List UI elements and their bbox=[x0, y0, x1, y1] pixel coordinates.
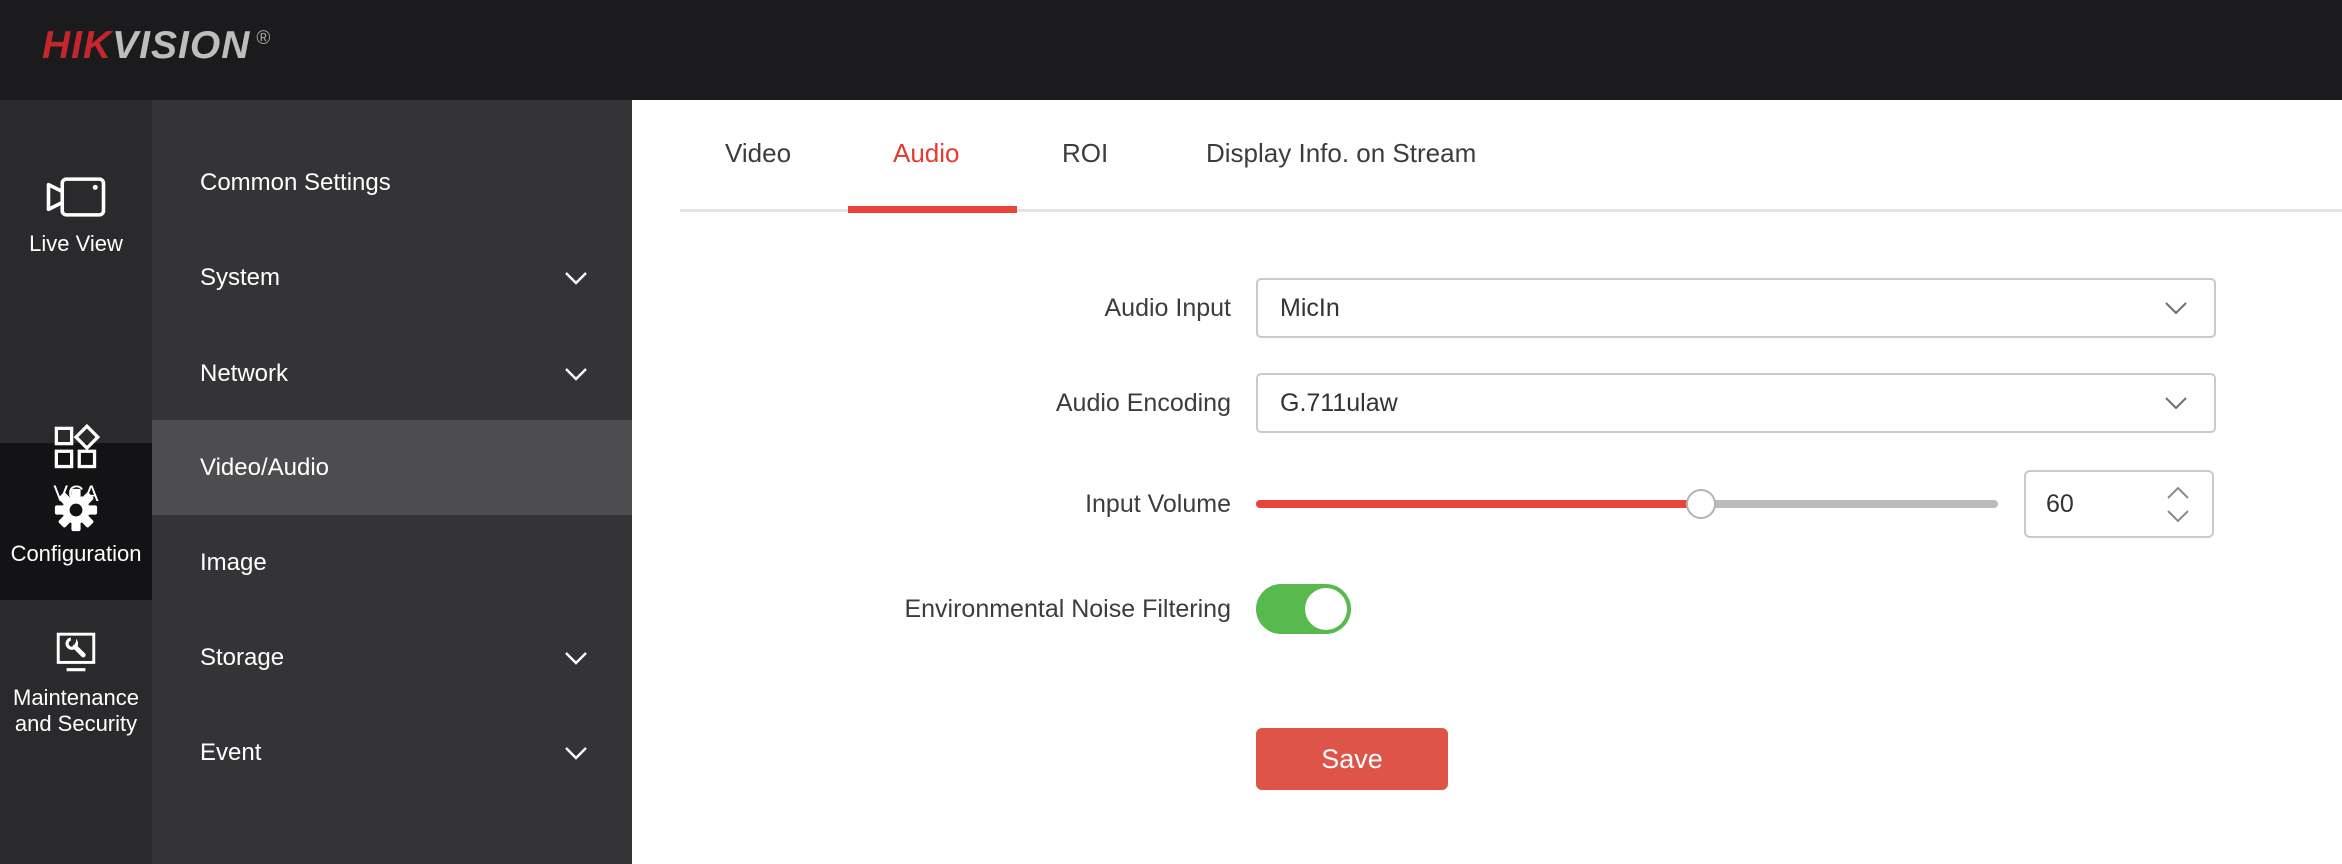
audio-encoding-label: Audio Encoding bbox=[632, 373, 1231, 433]
input-volume-label: Input Volume bbox=[632, 470, 1231, 538]
audio-input-select[interactable]: MicIn bbox=[1256, 278, 2216, 338]
toggle-knob bbox=[1305, 588, 1347, 630]
monitor-wrench-icon bbox=[50, 630, 102, 676]
menu-item-label: Event bbox=[200, 739, 564, 767]
audio-input-label: Audio Input bbox=[632, 278, 1231, 338]
input-volume-slider[interactable] bbox=[1256, 470, 1998, 538]
primary-sidebar: Live View VCA bbox=[0, 100, 152, 864]
menu-item-event[interactable]: Event bbox=[152, 705, 632, 800]
sidebar-item-label: Maintenanceand Security bbox=[13, 685, 139, 737]
slider-fill bbox=[1256, 500, 1701, 508]
noise-filtering-toggle[interactable] bbox=[1256, 584, 1351, 634]
app-window: HIKVISION ® Live View VCA bbox=[0, 0, 2342, 864]
input-volume-spinner bbox=[2166, 472, 2190, 536]
menu-item-system[interactable]: System bbox=[152, 230, 632, 325]
menu-item-label: Video/Audio bbox=[200, 454, 588, 482]
grid-diamond-icon bbox=[52, 424, 100, 472]
input-volume-field[interactable] bbox=[2046, 472, 2156, 536]
audio-encoding-select[interactable]: G.711ulaw bbox=[1256, 373, 2216, 433]
menu-item-storage[interactable]: Storage bbox=[152, 610, 632, 705]
spinner-up-icon[interactable] bbox=[2166, 486, 2190, 500]
chevron-down-icon bbox=[564, 746, 588, 760]
sidebar-item-label: Configuration bbox=[11, 541, 142, 567]
sidebar-item-live-view[interactable]: Live View bbox=[0, 172, 152, 257]
tab-display-info-on-stream[interactable]: Display Info. on Stream bbox=[1206, 138, 1476, 169]
menu-item-label: Network bbox=[200, 360, 564, 388]
sidebar-item-label-line1: Maintenance bbox=[13, 685, 139, 710]
top-bar: HIKVISION ® bbox=[0, 0, 2342, 100]
save-button[interactable]: Save bbox=[1256, 728, 1448, 790]
tab-audio[interactable]: Audio bbox=[893, 138, 960, 169]
sidebar-item-configuration[interactable]: Configuration bbox=[0, 488, 152, 567]
configuration-menu: Common Settings System Network Video/Aud… bbox=[152, 100, 632, 864]
registered-trademark-icon: ® bbox=[256, 28, 271, 49]
slider-handle[interactable] bbox=[1686, 489, 1716, 519]
menu-item-label: Storage bbox=[200, 644, 564, 672]
menu-item-label: Common Settings bbox=[200, 169, 588, 197]
hikvision-logo: HIKVISION ® bbox=[42, 24, 271, 68]
spinner-down-icon[interactable] bbox=[2166, 509, 2190, 523]
sidebar-item-label-line2: and Security bbox=[15, 711, 137, 736]
tab-video[interactable]: Video bbox=[725, 138, 791, 169]
chevron-down-icon bbox=[2164, 396, 2188, 410]
logo-text-hik: HIK bbox=[42, 24, 112, 67]
chevron-down-icon bbox=[564, 651, 588, 665]
tab-roi[interactable]: ROI bbox=[1062, 138, 1108, 169]
menu-item-label: Image bbox=[200, 549, 588, 577]
audio-encoding-value: G.711ulaw bbox=[1280, 389, 2164, 418]
audio-input-value: MicIn bbox=[1280, 294, 2164, 323]
chevron-down-icon bbox=[564, 367, 588, 381]
video-camera-icon bbox=[43, 172, 109, 222]
input-volume-numbox bbox=[2024, 470, 2214, 538]
noise-filtering-label: Environmental Noise Filtering bbox=[632, 584, 1231, 634]
menu-item-image[interactable]: Image bbox=[152, 515, 632, 610]
gear-icon bbox=[54, 488, 98, 532]
chevron-down-icon bbox=[564, 271, 588, 285]
sidebar-item-label: Live View bbox=[29, 231, 123, 257]
active-tab-underline bbox=[848, 206, 1017, 213]
menu-item-video-audio[interactable]: Video/Audio bbox=[152, 420, 632, 515]
menu-item-network[interactable]: Network bbox=[152, 326, 632, 421]
main-content: Video Audio ROI Display Info. on Stream … bbox=[632, 100, 2342, 864]
chevron-down-icon bbox=[2164, 301, 2188, 315]
sidebar-item-maintenance-security[interactable]: Maintenanceand Security bbox=[0, 630, 152, 737]
logo-text-vision: VISION bbox=[112, 24, 250, 67]
menu-item-label: System bbox=[200, 264, 564, 292]
menu-item-common-settings[interactable]: Common Settings bbox=[152, 135, 632, 230]
